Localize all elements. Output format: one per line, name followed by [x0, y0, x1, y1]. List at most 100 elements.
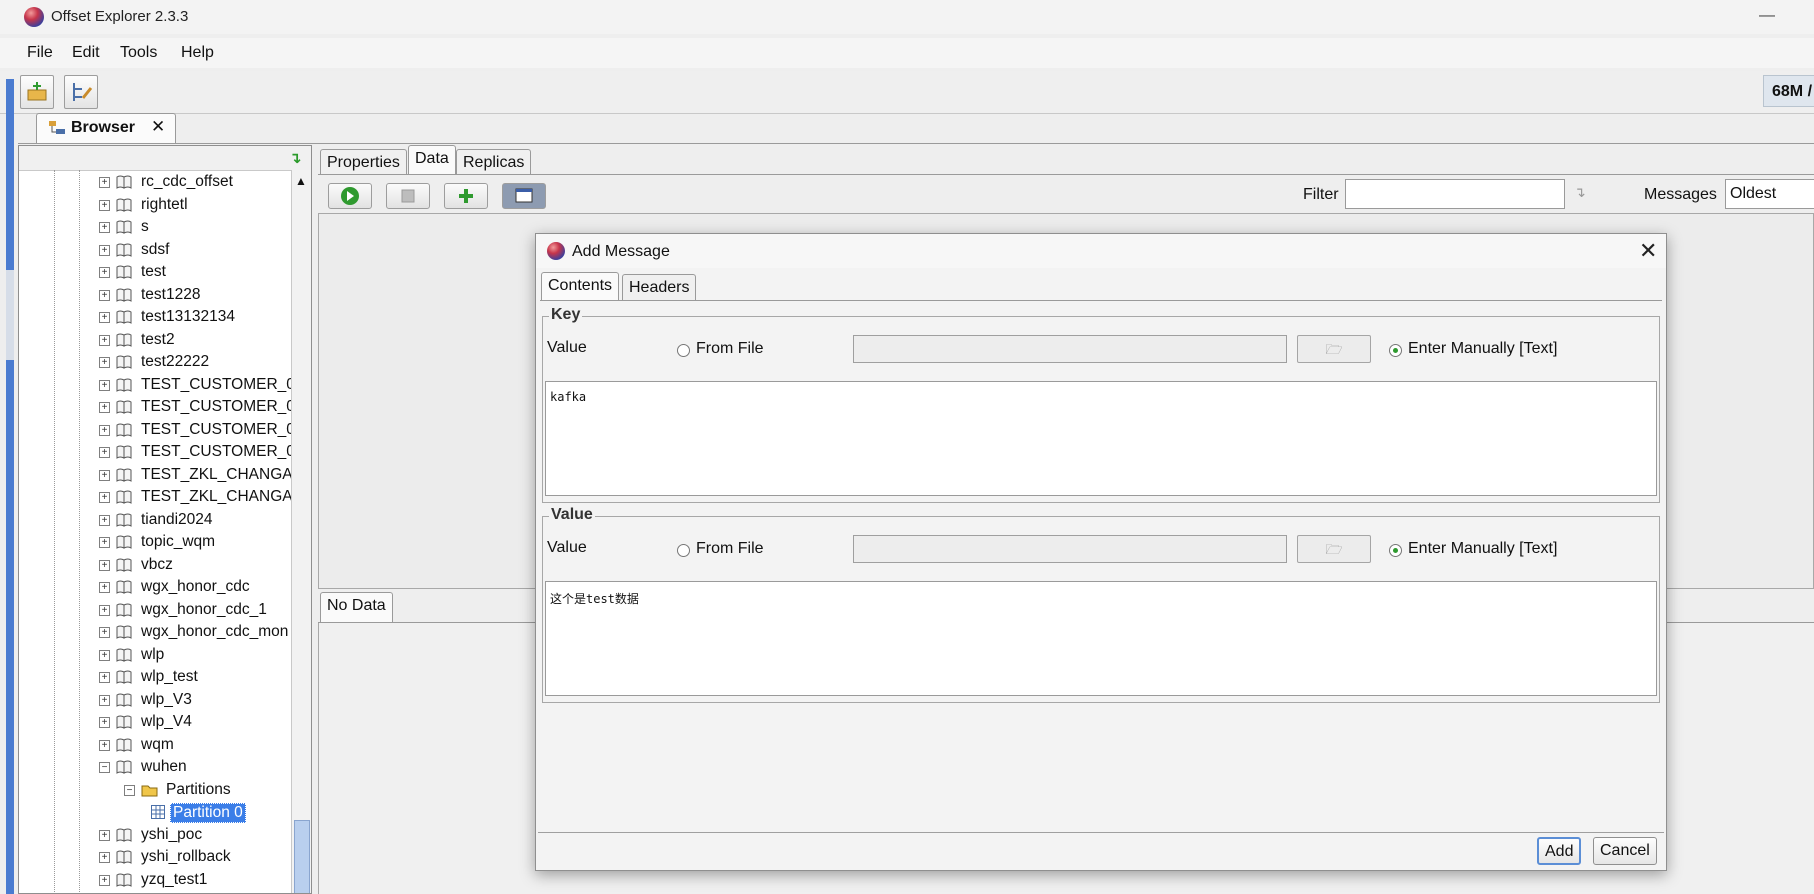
menu-tools-label: Tools	[120, 44, 158, 61]
tree-item-label: topic_wqm	[141, 533, 216, 550]
key-group-title: Key	[549, 306, 583, 324]
topic-book-icon	[116, 310, 132, 324]
value-enter-manually-radio[interactable]	[1389, 544, 1402, 557]
tab-no-data[interactable]: No Data	[320, 592, 393, 622]
topic-book-icon	[116, 715, 132, 729]
expand-icon[interactable]: +	[99, 447, 110, 458]
tree-item-label: Partitions	[166, 780, 231, 798]
key-text-area[interactable]: kafka	[545, 381, 1657, 496]
expand-icon[interactable]: +	[99, 424, 110, 436]
menu-file[interactable]: File	[27, 44, 53, 62]
expand-icon[interactable]: +	[99, 672, 110, 683]
add-button[interactable]: Add	[1537, 837, 1582, 865]
cluster-tree-panel: ↴ + rc_cdc_offset + rightetl + s + sdsf + test + te…	[18, 145, 312, 894]
tab-contents[interactable]: Contents	[541, 272, 620, 301]
stop-icon	[401, 189, 415, 203]
key-from-file-radio[interactable]	[677, 344, 690, 357]
tree-item-label: vbcz	[141, 555, 173, 573]
filter-apply-icon[interactable]: ↴	[1574, 184, 1586, 201]
topic-book-icon	[116, 175, 132, 189]
expand-icon[interactable]: +	[99, 177, 110, 188]
key-enter-manually-radio[interactable]	[1389, 344, 1402, 357]
key-browse-button[interactable]: 🗁	[1297, 335, 1371, 363]
add-message-button[interactable]	[444, 183, 488, 209]
view-toggle-button[interactable]	[502, 183, 546, 209]
expand-icon[interactable]: +	[99, 402, 110, 413]
topic-book-icon	[116, 760, 132, 774]
expand-icon[interactable]: +	[99, 582, 110, 593]
filter-input[interactable]	[1345, 179, 1565, 209]
tree-item-label: test1228	[141, 285, 201, 303]
menu-edit[interactable]: Edit	[72, 44, 100, 62]
menu-help-label: Help	[181, 44, 214, 61]
tree-item-label: TEST_CUSTOMER_01	[141, 375, 304, 393]
cancel-button[interactable]: Cancel	[1593, 837, 1657, 865]
value-file-path-input[interactable]	[853, 535, 1287, 563]
dialog-close-icon[interactable]: ✕	[1639, 238, 1657, 264]
value-browse-button[interactable]: 🗁	[1297, 535, 1371, 563]
collapse-icon[interactable]: −	[99, 762, 110, 773]
filter-label: Filter	[1303, 186, 1339, 203]
expand-icon[interactable]: +	[99, 537, 110, 548]
stop-button[interactable]	[386, 183, 430, 209]
tree-item-label: yzq_test1	[141, 870, 208, 888]
add-cluster-icon	[27, 82, 47, 101]
expand-icon[interactable]: +	[99, 469, 110, 481]
edit-connection-button[interactable]	[64, 75, 98, 109]
expand-icon[interactable]: +	[99, 604, 110, 616]
browser-tab-close-icon[interactable]: ✕	[151, 117, 165, 137]
tree-item-label: test13132134	[141, 308, 235, 325]
menu-file-label: File	[27, 44, 53, 61]
messages-select[interactable]: Oldest	[1725, 179, 1814, 209]
expand-icon[interactable]: +	[99, 649, 110, 661]
tree-item-label: sdsf	[141, 240, 170, 258]
tree-scroll-thumb[interactable]	[294, 820, 310, 893]
menu-tools[interactable]: Tools	[120, 44, 157, 62]
value-from-file-radio[interactable]	[677, 544, 690, 557]
expand-icon[interactable]: +	[99, 379, 110, 391]
expand-icon[interactable]: +	[99, 357, 110, 368]
expand-icon[interactable]: +	[99, 289, 110, 301]
expand-icon[interactable]: +	[99, 244, 110, 256]
expand-icon[interactable]: +	[99, 514, 110, 526]
topic-book-icon	[116, 580, 132, 594]
key-file-path-input[interactable]	[853, 335, 1287, 363]
tree-refresh-icon[interactable]: ↴	[289, 149, 302, 167]
expand-icon[interactable]: +	[99, 222, 110, 233]
folder-open-icon	[141, 783, 158, 797]
expand-icon[interactable]: +	[99, 627, 110, 638]
menu-help[interactable]: Help	[181, 44, 214, 62]
expand-icon[interactable]: +	[99, 334, 110, 346]
expand-icon[interactable]: +	[99, 199, 110, 211]
tab-replicas[interactable]: Replicas	[456, 149, 532, 175]
scroll-up-icon[interactable]: ▲	[295, 174, 307, 188]
expand-icon[interactable]: +	[99, 312, 110, 323]
expand-icon[interactable]: +	[99, 717, 110, 728]
expand-icon[interactable]: +	[99, 559, 110, 571]
topic-book-icon	[116, 333, 132, 347]
tab-properties[interactable]: Properties	[320, 149, 407, 175]
add-cluster-button[interactable]	[20, 75, 54, 109]
tab-headers[interactable]: Headers	[622, 274, 697, 300]
expand-icon[interactable]: +	[99, 852, 110, 863]
expand-icon[interactable]: +	[99, 694, 110, 706]
value-enter-manually-label: Enter Manually [Text]	[1408, 540, 1558, 557]
start-button[interactable]	[328, 183, 372, 209]
browser-tab[interactable]: Browser ✕	[36, 113, 176, 143]
dialog-title: Add Message	[572, 243, 670, 260]
expand-icon[interactable]: +	[99, 492, 110, 503]
expand-icon[interactable]: +	[99, 267, 110, 278]
expand-icon[interactable]: +	[99, 829, 110, 841]
tab-data[interactable]: Data	[408, 145, 456, 175]
memory-indicator: 68M /	[1763, 75, 1814, 107]
topic-book-icon	[116, 220, 132, 234]
expand-icon[interactable]: +	[99, 739, 110, 751]
minimize-button[interactable]: —	[1752, 2, 1782, 30]
tree-scrollbar[interactable]: ▲	[291, 170, 311, 893]
value-text-area[interactable]: 这个是test数据	[545, 581, 1657, 696]
add-message-dialog: Add Message ✕ Contents Headers Key Value…	[535, 233, 1667, 871]
tree-item-label: TEST_CUSTOMER_01	[141, 420, 304, 438]
collapse-icon[interactable]: −	[124, 784, 135, 796]
tree-item-label: wlp_V3	[141, 690, 192, 708]
expand-icon[interactable]: +	[99, 874, 110, 886]
